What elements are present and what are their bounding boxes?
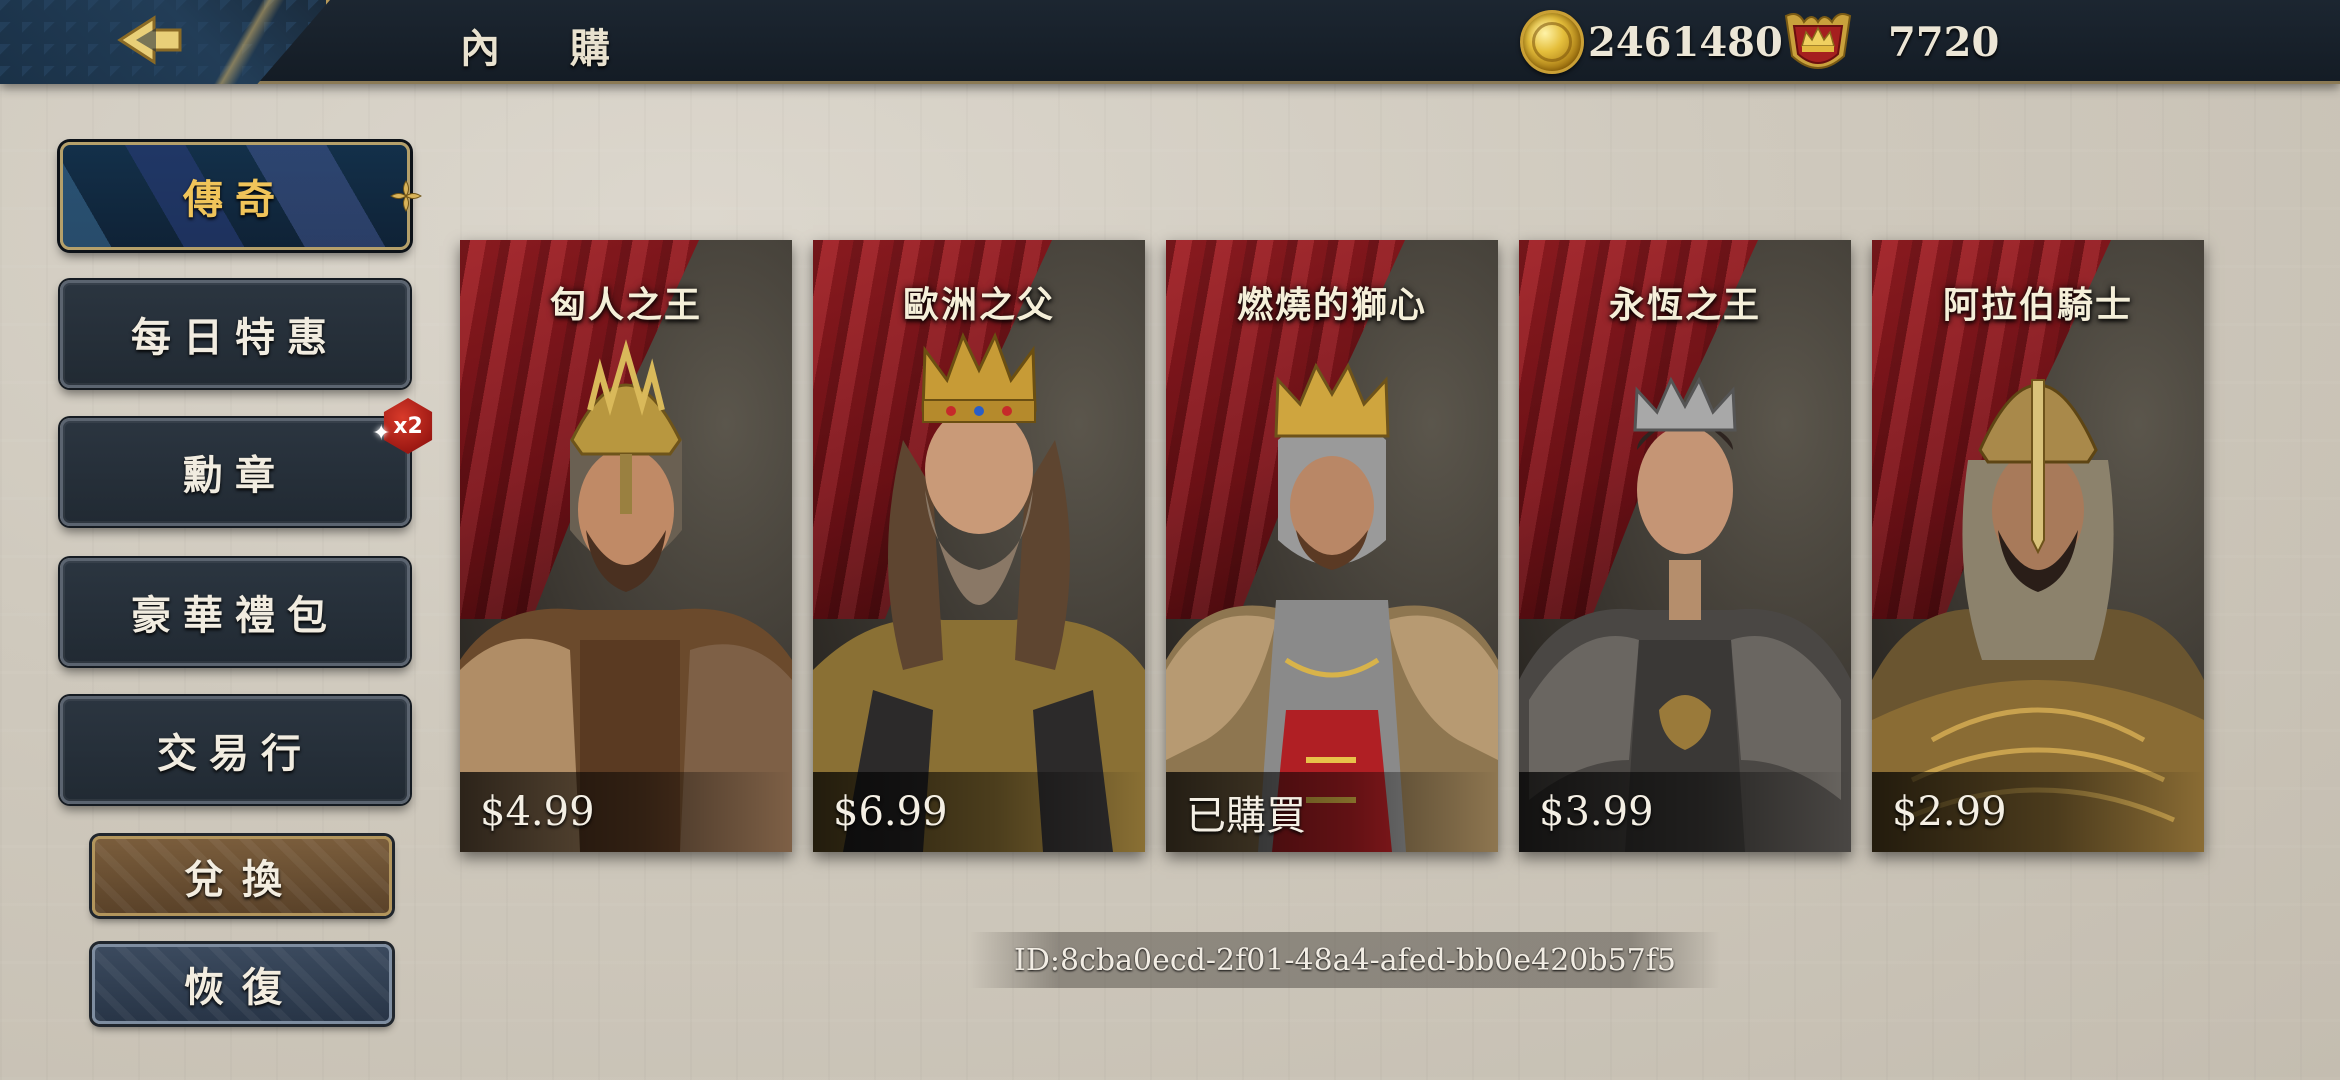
crown-amount: 7720 (1888, 18, 2000, 66)
fleur-ornament-icon (390, 180, 422, 212)
hero-name: 歐洲之父 (902, 284, 1055, 326)
hero-price: $4.99 (480, 789, 595, 835)
purchased-tag: 已購買 (1166, 772, 1498, 852)
redeem-button[interactable]: 兌換 (92, 836, 392, 916)
sidebar-item-legend[interactable]: 傳奇 (60, 142, 422, 250)
crown-currency: 7720 (1778, 0, 1999, 84)
back-button[interactable] (110, 12, 190, 68)
hero-card-father-of-europe[interactable]: 歐洲之父 $6.99 (813, 240, 1145, 852)
hero-purchase-status: 已購買 (1186, 793, 1306, 839)
sidebar-item-trading-post[interactable]: 交易行 (60, 696, 410, 804)
hero-price: $2.99 (1892, 789, 2007, 835)
badge-label: x2 (393, 413, 423, 439)
page-title: 內 購 (460, 25, 638, 72)
gold-coin-icon (1520, 10, 1584, 74)
back-arrow-icon (117, 15, 182, 65)
hero-price: $6.99 (833, 789, 948, 835)
sidebar-item-label: 勳章 (183, 452, 287, 499)
top-bar: 內 購 2461480 7720 (0, 0, 2340, 84)
sidebar-item-deluxe-pack[interactable]: 豪華禮包 (60, 558, 410, 666)
hero-card-burning-lionheart[interactable]: 燃燒的獅心 已購買 (1166, 240, 1498, 852)
hero-card-hun-king[interactable]: 匈人之王 $4.99 (460, 240, 792, 852)
hero-portrait-eternal-king (1519, 376, 1851, 852)
restore-label: 恢復 (184, 964, 300, 1011)
hero-name: 阿拉伯騎士 (1942, 284, 2133, 326)
restore-purchases-button[interactable]: 恢復 (92, 944, 392, 1024)
sidebar-item-label: 傳奇 (183, 176, 287, 223)
hero-name: 燃燒的獅心 (1236, 284, 1427, 326)
hero-card-eternal-king[interactable]: 永恆之王 $3.99 (1519, 240, 1851, 852)
player-id: ID:8cba0ecd-2f01-48a4-afed-bb0e420b57f5 (1014, 942, 1676, 978)
redeem-label: 兌換 (184, 856, 300, 903)
hero-name: 匈人之王 (549, 284, 702, 326)
price-tag: $4.99 (460, 772, 792, 852)
sidebar-item-label: 豪華禮包 (131, 592, 339, 639)
hero-portrait-hun-king (460, 339, 792, 852)
sidebar-item-label: 交易行 (157, 730, 313, 777)
sidebar-item-daily-deals[interactable]: 每日特惠 (60, 280, 410, 388)
hero-portrait-arab-knight (1872, 379, 2204, 852)
price-tag: $6.99 (813, 772, 1145, 852)
gold-currency: 2461480 (1520, 0, 1783, 84)
hero-portrait-burning-lionheart (1166, 362, 1498, 852)
hero-price: $3.99 (1539, 789, 1654, 835)
price-tag: $3.99 (1519, 772, 1851, 852)
player-id-bar: ID:8cba0ecd-2f01-48a4-afed-bb0e420b57f5 (970, 932, 1720, 988)
hero-name: 永恆之王 (1608, 284, 1761, 326)
price-tag: $2.99 (1872, 772, 2204, 852)
sidebar-item-medals[interactable]: 勳章 (60, 418, 410, 526)
sidebar-item-label: 每日特惠 (131, 314, 339, 361)
crown-shield-icon (1784, 13, 1852, 69)
hero-portrait-father-of-europe (813, 332, 1145, 852)
sparkle-icon: ✦ (372, 421, 391, 446)
gold-amount: 2461480 (1588, 18, 1783, 66)
hero-card-arab-knight[interactable]: 阿拉伯騎士 $2.99 (1872, 240, 2204, 852)
